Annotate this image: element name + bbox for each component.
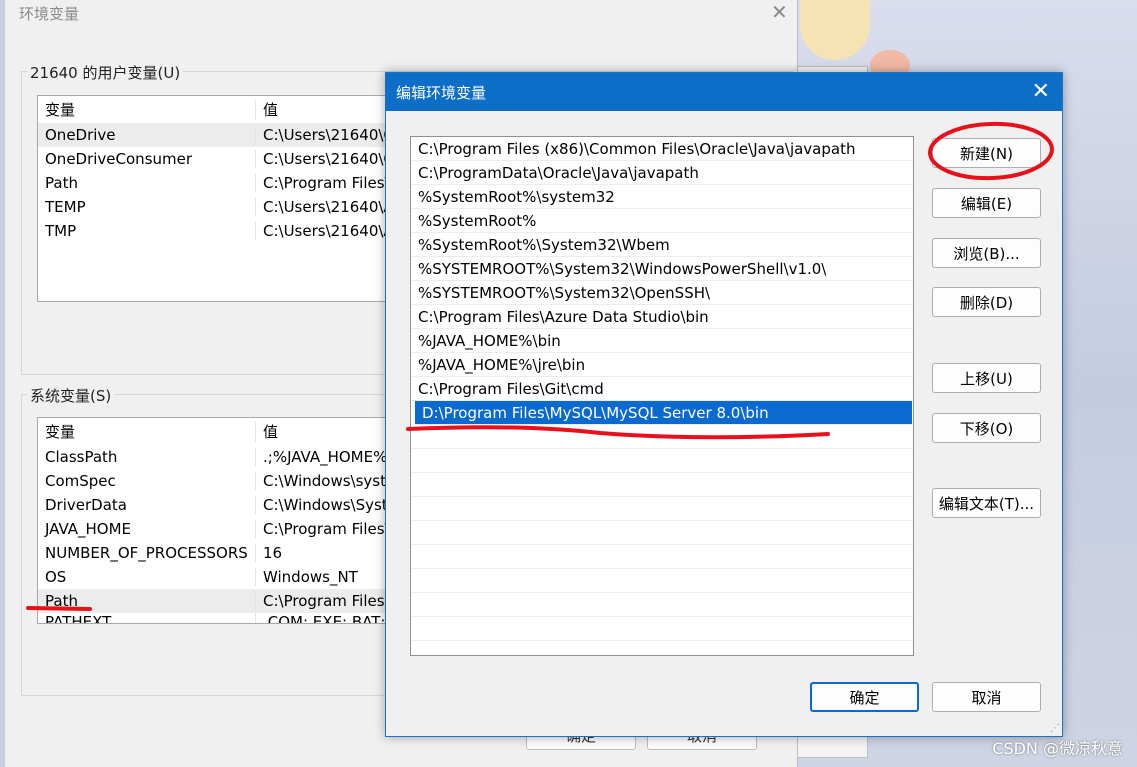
variable-value: C:\Program Files	[255, 592, 398, 610]
variable-name: ClassPath	[45, 448, 118, 466]
variable-value: C:\Windows\syste	[255, 472, 398, 490]
browse-button-label: 浏览(B)...	[953, 244, 1020, 263]
variable-value: C:\Users\21640\O	[255, 126, 398, 144]
variable-value: C:\Users\21640\A	[255, 198, 398, 216]
table-row[interactable]: Path C:\Program Files	[38, 589, 398, 613]
empty-row[interactable]	[411, 449, 913, 473]
variable-name: TEMP	[45, 198, 86, 216]
edit-button-label: 编辑(E)	[960, 194, 1013, 213]
path-item[interactable]: C:\Program Files (x86)\Common Files\Orac…	[411, 137, 913, 161]
cancel-button[interactable]: 取消	[932, 682, 1041, 712]
move-down-button[interactable]: 下移(O)	[932, 413, 1041, 443]
table-row[interactable]: TMP C:\Users\21640\A	[38, 219, 398, 243]
empty-row[interactable]	[411, 593, 913, 617]
table-row[interactable]: OneDrive C:\Users\21640\O	[38, 123, 398, 147]
empty-row[interactable]	[411, 569, 913, 593]
path-item[interactable]: %SystemRoot%\system32	[411, 185, 913, 209]
empty-row[interactable]	[411, 617, 913, 641]
path-item[interactable]: %SYSTEMROOT%\System32\OpenSSH\	[411, 281, 913, 305]
variable-value: 16	[255, 544, 398, 562]
table-row[interactable]: ClassPath .;%JAVA_HOME%	[38, 445, 398, 469]
move-down-button-label: 下移(O)	[959, 419, 1014, 438]
path-item[interactable]: %SystemRoot%	[411, 209, 913, 233]
path-list[interactable]: C:\Program Files (x86)\Common Files\Orac…	[410, 136, 914, 656]
variable-name: OneDriveConsumer	[45, 150, 193, 168]
delete-button[interactable]: 删除(D)	[932, 287, 1041, 317]
move-up-button[interactable]: 上移(U)	[932, 363, 1041, 393]
table-row[interactable]: Path C:\Program Files\	[38, 171, 398, 195]
path-item[interactable]: C:\Program Files\Azure Data Studio\bin	[411, 305, 913, 329]
system-variables-list[interactable]: 变量 值 ClassPath .;%JAVA_HOME% ComSpec C:\…	[37, 417, 399, 624]
variable-value: C:\Program Files\	[255, 174, 398, 192]
move-up-button-label: 上移(U)	[960, 369, 1013, 388]
column-header-variable[interactable]: 变量	[38, 421, 255, 442]
edit-environment-variable-dialog: 编辑环境变量 ✕ C:\Program Files (x86)\Common F…	[385, 72, 1063, 737]
empty-row[interactable]	[411, 497, 913, 521]
variable-name: TMP	[45, 222, 77, 240]
edit-button[interactable]: 编辑(E)	[932, 188, 1041, 218]
close-icon[interactable]: ✕	[771, 0, 788, 24]
table-row[interactable]: PATHEXT .COM;.EXE;.BAT;	[38, 613, 398, 624]
path-item[interactable]: %JAVA_HOME%\bin	[411, 329, 913, 353]
path-item[interactable]: %SYSTEMROOT%\System32\WindowsPowerShell\…	[411, 257, 913, 281]
column-header-variable[interactable]: 变量	[38, 99, 255, 120]
system-variables-label: 系统变量(S)	[27, 385, 115, 406]
variable-name: JAVA_HOME	[45, 520, 132, 538]
variable-value: C:\Program Files\	[255, 520, 398, 538]
variable-name: NUMBER_OF_PROCESSORS	[45, 544, 248, 562]
variable-name: PATHEXT	[45, 613, 112, 624]
table-row[interactable]: OS Windows_NT	[38, 565, 398, 589]
cancel-button-label: 取消	[971, 688, 1002, 707]
new-button[interactable]: 新建(N)	[932, 138, 1041, 168]
table-row[interactable]: ComSpec C:\Windows\syste	[38, 469, 398, 493]
variable-name: OS	[45, 568, 67, 586]
variable-name: Path	[45, 592, 78, 610]
path-item[interactable]: C:\ProgramData\Oracle\Java\javapath	[411, 161, 913, 185]
user-variables-list[interactable]: 变量 值 OneDrive C:\Users\21640\O OneDriveC…	[37, 95, 399, 302]
new-button-label: 新建(N)	[960, 144, 1013, 163]
variable-name: Path	[45, 174, 78, 192]
edit-text-button[interactable]: 编辑文本(T)...	[932, 488, 1041, 518]
browse-button[interactable]: 浏览(B)...	[932, 238, 1041, 268]
empty-row[interactable]	[411, 473, 913, 497]
variable-name: DriverData	[45, 496, 127, 514]
watermark: CSDN @微凉秋意	[992, 739, 1123, 758]
variable-value: C:\Users\21640\O	[255, 150, 398, 168]
variable-value: C:\Users\21640\A	[255, 222, 398, 240]
ok-button[interactable]: 确定	[810, 682, 919, 712]
list-header: 变量 值	[38, 418, 398, 445]
path-item[interactable]: C:\Program Files\Git\cmd	[411, 377, 913, 401]
table-row[interactable]: TEMP C:\Users\21640\A	[38, 195, 398, 219]
column-header-value[interactable]: 值	[255, 98, 398, 120]
close-icon[interactable]: ✕	[1032, 79, 1050, 104]
table-row[interactable]: NUMBER_OF_PROCESSORS 16	[38, 541, 398, 565]
empty-row[interactable]	[411, 521, 913, 545]
list-header: 变量 值	[38, 96, 398, 123]
variable-name: ComSpec	[45, 472, 116, 490]
delete-button-label: 删除(D)	[959, 293, 1014, 312]
variable-value: .COM;.EXE;.BAT;	[255, 613, 398, 623]
edit-text-button-label: 编辑文本(T)...	[938, 494, 1035, 513]
path-item[interactable]: %SystemRoot%\System32\Wbem	[411, 233, 913, 257]
window-title: 环境变量	[19, 5, 80, 23]
dialog-title: 编辑环境变量	[396, 83, 487, 102]
empty-row[interactable]	[411, 425, 913, 449]
empty-row[interactable]	[411, 545, 913, 569]
variable-name: OneDrive	[45, 126, 116, 144]
table-row[interactable]: DriverData C:\Windows\Syst	[38, 493, 398, 517]
path-item-selected[interactable]: D:\Program Files\MySQL\MySQL Server 8.0\…	[415, 401, 912, 425]
ok-button-label: 确定	[849, 688, 880, 707]
dialog-title-bar[interactable]: 编辑环境变量 ✕	[386, 73, 1062, 111]
user-variables-label: 21640 的用户变量(U)	[27, 62, 184, 83]
variable-value: C:\Windows\Syst	[255, 496, 398, 514]
resize-grip-icon[interactable]: ⋰	[1050, 723, 1060, 734]
path-item[interactable]: %JAVA_HOME%\jre\bin	[411, 353, 913, 377]
variable-value: Windows_NT	[255, 568, 398, 586]
table-row[interactable]: JAVA_HOME C:\Program Files\	[38, 517, 398, 541]
column-header-value[interactable]: 值	[255, 420, 398, 442]
variable-value: .;%JAVA_HOME%	[255, 448, 398, 466]
table-row[interactable]: OneDriveConsumer C:\Users\21640\O	[38, 147, 398, 171]
